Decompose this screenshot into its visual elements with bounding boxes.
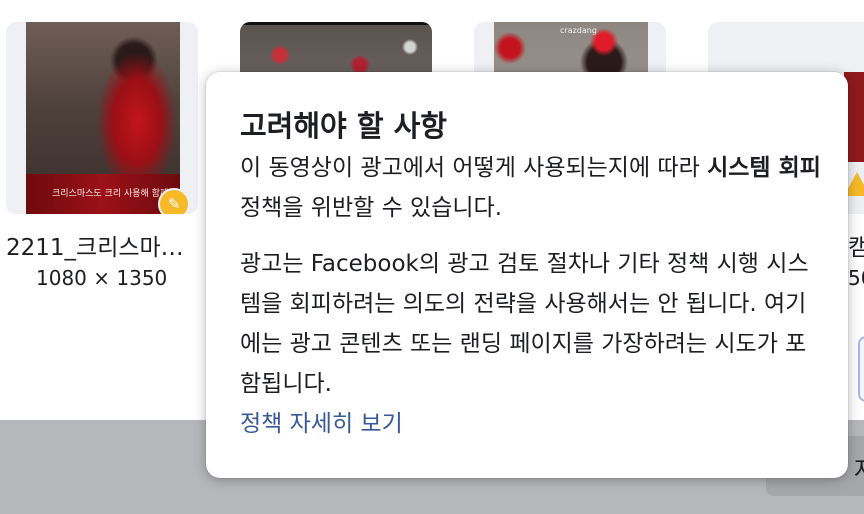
asset-thumbnail: 크리스마스도 크리 사용해 함께 <box>26 22 180 214</box>
popover-description: 이 동영상이 광고에서 어떻게 사용되는지에 따라 시스템 회피 정책을 위반할… <box>240 148 824 228</box>
pencil-icon[interactable]: ✎ <box>158 188 190 214</box>
popover-description-suffix: 정책을 위반할 수 있습니다. <box>240 195 503 221</box>
thumbnail-watermark: crazdang <box>560 26 597 35</box>
popover-body: 광고는 Facebook의 광고 검토 절차나 기타 정책 시행 시스템을 회피… <box>240 251 809 397</box>
asset-dimensions: 1080 × 1350 <box>36 266 168 290</box>
thumbnail-caption-strip: 크리스마스도 크리 사용해 함께 <box>26 174 180 214</box>
asset-card-5-edge[interactable] <box>858 336 864 402</box>
asset-filename: 캠 <box>848 235 864 261</box>
asset-filename: 2211_크리스마… <box>6 235 184 261</box>
policy-popover: 고려해야 할 사항 이 동영상이 광고에서 어떻게 사용되는지에 따라 시스템 … <box>206 72 848 478</box>
popover-description-text: 이 동영상이 광고에서 어떻게 사용되는지에 따라 <box>240 155 708 181</box>
policy-name: 시스템 회피 <box>707 155 821 181</box>
asset-card-1[interactable]: 크리스마스도 크리 사용해 함께 ✎ <box>6 22 198 214</box>
asset-dimensions: 50 <box>848 266 864 290</box>
policy-learn-more-link[interactable]: 정책 자세히 보기 <box>240 404 403 444</box>
footer-button-label: 자 <box>854 450 864 485</box>
popover-title: 고려해야 할 사항 <box>240 109 447 143</box>
thumbnail-overlay-text: 크리스마스도 크리 사용해 함께 <box>52 189 169 199</box>
